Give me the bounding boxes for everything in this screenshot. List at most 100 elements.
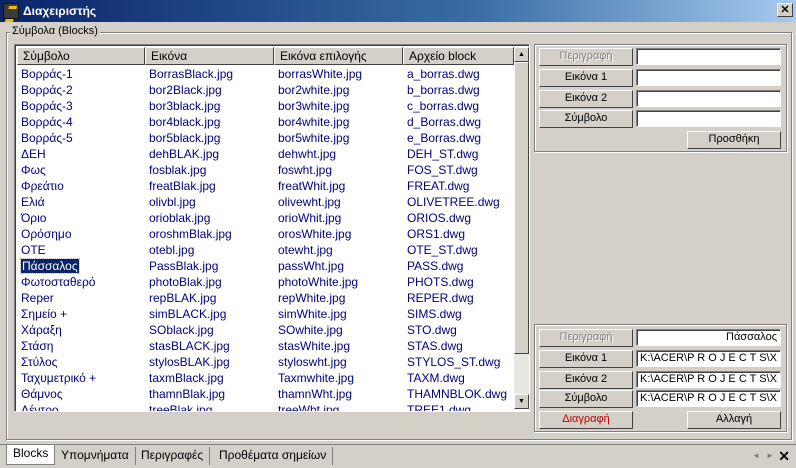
edit-description-field[interactable]: Πάσσαλος bbox=[636, 329, 781, 346]
window-close-button[interactable]: ✕ bbox=[777, 3, 793, 17]
edit-image2-field[interactable]: K:\ACER\P R O J E C T S\X bbox=[636, 371, 781, 388]
cell-text: borrasWhite.jpg bbox=[278, 67, 363, 81]
table-cell: Σημείο + bbox=[17, 306, 145, 322]
cell-text: foswht.jpg bbox=[278, 163, 333, 177]
cell-text: Δέντρο bbox=[21, 403, 59, 411]
change-button[interactable]: Αλλαγή bbox=[687, 411, 781, 429]
table-cell: TAXM.dwg bbox=[403, 370, 514, 386]
table-cell: treeBlak.jpg bbox=[145, 402, 274, 411]
cell-text: Ελιά bbox=[21, 195, 45, 209]
table-row[interactable]: Ελιά olivbl.jpg olivewht.jpg OLIVETREE.dwg bbox=[17, 194, 514, 210]
cell-text: bor5black.jpg bbox=[149, 131, 221, 145]
edit-symbol-field[interactable]: K:\ACER\P R O J E C T S\X bbox=[636, 390, 781, 407]
table-cell: orioblak.jpg bbox=[145, 210, 274, 226]
table-row[interactable]: Δέντρο treeBlak.jpg treeWht.jpg TREE1.dwg bbox=[17, 402, 514, 411]
symbols-table[interactable]: Σύμβολο Εικόνα Εικόνα επιλογής Αρχείο bl… bbox=[14, 44, 530, 412]
edit-image1-button[interactable]: Εικόνα 1 bbox=[539, 350, 633, 368]
cell-text: Βορράς-2 bbox=[21, 83, 73, 97]
table-cell: orioWhit.jpg bbox=[274, 210, 403, 226]
tab-legends[interactable]: Υπομνήματα bbox=[55, 447, 136, 465]
table-cell: Όριο bbox=[17, 210, 145, 226]
cell-text: ORS1.dwg bbox=[407, 227, 466, 241]
table-row[interactable]: Βορράς-5 bor5black.jpg bor5white.jpg e_Borr… bbox=[17, 130, 514, 146]
cell-text: fosblak.jpg bbox=[149, 163, 207, 177]
tab-close-icon[interactable]: ✕ bbox=[778, 448, 790, 465]
table-row[interactable]: Στύλος stylosBLAK.jpg styloswht.jpg STYLOS_… bbox=[17, 354, 514, 370]
tab-prev-arrow-icon[interactable]: ◄ bbox=[752, 451, 760, 460]
tab-descriptions[interactable]: Περιγραφές bbox=[135, 447, 211, 465]
edit-image1-field[interactable]: K:\ACER\P R O J E C T S\X bbox=[636, 350, 781, 367]
table-cell: SIMS.dwg bbox=[403, 306, 514, 322]
table-row[interactable]: Σημείο + simBLACK.jpg simWhite.jpg SIMS.dwg bbox=[17, 306, 514, 322]
cell-text: stasWhite.jpg bbox=[278, 339, 351, 353]
add-image2-field[interactable] bbox=[636, 90, 781, 107]
table-row[interactable]: Χάραξη SOblack.jpg SOwhite.jpg STO.dwg bbox=[17, 322, 514, 338]
table-cell: d_Borras.dwg bbox=[403, 114, 514, 130]
tab-point-prefixes[interactable]: Προθέματα σημείων bbox=[213, 447, 334, 465]
table-row[interactable]: ΔΕΗ dehBLAK.jpg dehwht.jpg DEH_ST.dwg bbox=[17, 146, 514, 162]
table-cell: bor2white.jpg bbox=[274, 82, 403, 98]
tab-next-arrow-icon[interactable]: ► bbox=[766, 451, 774, 460]
table-cell: Στάση bbox=[17, 338, 145, 354]
scroll-up-button[interactable]: ▲ bbox=[514, 47, 529, 62]
table-cell: simBLACK.jpg bbox=[145, 306, 274, 322]
table-row[interactable]: Φωτοσταθερό photoBlak.jpg photoWhite.jpg PH… bbox=[17, 274, 514, 290]
cell-text: olivewht.jpg bbox=[278, 195, 341, 209]
cell-text: b_borras.dwg bbox=[407, 83, 480, 97]
table-cell: Ελιά bbox=[17, 194, 145, 210]
table-row[interactable]: Όριο orioblak.jpg orioWhit.jpg ORIOS.dwg bbox=[17, 210, 514, 226]
table-row[interactable]: Θάμνος thamnBlak.jpg thamnWht.jpg THAMNBLOK… bbox=[17, 386, 514, 402]
add-image2-button[interactable]: Εικόνα 2 bbox=[539, 90, 633, 108]
table-row[interactable]: Ταχυμετρικό + taxmBlack.jpg Taxmwhite.jpg T… bbox=[17, 370, 514, 386]
add-symbol-field[interactable] bbox=[636, 110, 781, 127]
table-row[interactable]: OTE otebl.jpg otewht.jpg OTE_ST.dwg bbox=[17, 242, 514, 258]
table-header: Σύμβολο Εικόνα Εικόνα επιλογής Αρχείο bl… bbox=[17, 47, 514, 65]
edit-description-button[interactable]: Περιγραφή bbox=[539, 329, 633, 347]
cell-text: ORIOS.dwg bbox=[407, 211, 472, 225]
cell-text: bor4white.jpg bbox=[278, 115, 350, 129]
edit-image2-button[interactable]: Εικόνα 2 bbox=[539, 371, 633, 389]
cell-text: BorrasBlack.jpg bbox=[149, 67, 234, 81]
tab-blocks[interactable]: Blocks bbox=[6, 445, 56, 465]
table-row[interactable]: Πάσσαλος PassBlak.jpg passWht.jpg PASS.dwg bbox=[17, 258, 514, 274]
delete-button[interactable]: Διαγραφή bbox=[539, 411, 633, 429]
add-image1-button[interactable]: Εικόνα 1 bbox=[539, 69, 633, 87]
add-description-button[interactable]: Περιγραφή bbox=[539, 48, 633, 66]
table-vertical-scrollbar[interactable]: ▲ ▼ bbox=[514, 47, 529, 409]
column-header-symbol[interactable]: Σύμβολο bbox=[17, 47, 145, 65]
table-row[interactable]: Φως fosblak.jpg foswht.jpg FOS_ST.dwg bbox=[17, 162, 514, 178]
table-row[interactable]: Ορόσημο oroshmBlak.jpg orosWhite.jpg ORS1.d… bbox=[17, 226, 514, 242]
table-row[interactable]: Βορράς-3 bor3black.jpg bor3white.jpg c_borr… bbox=[17, 98, 514, 114]
scroll-thumb[interactable] bbox=[514, 62, 529, 354]
cell-text: Πάσσαλος bbox=[20, 258, 80, 274]
cell-text: thamnWht.jpg bbox=[278, 387, 353, 401]
table-cell: freatWhit.jpg bbox=[274, 178, 403, 194]
table-cell: bor3white.jpg bbox=[274, 98, 403, 114]
cell-text: a_borras.dwg bbox=[407, 67, 480, 81]
table-row[interactable]: Στάση stasBLACK.jpg stasWhite.jpg STAS.dwg bbox=[17, 338, 514, 354]
cell-text: STYLOS_ST.dwg bbox=[407, 355, 501, 369]
cell-text: taxmBlack.jpg bbox=[149, 371, 224, 385]
edit-symbol-button[interactable]: Σύμβολο bbox=[539, 390, 633, 408]
table-cell: stylosBLAK.jpg bbox=[145, 354, 274, 370]
add-symbol-button[interactable]: Σύμβολο bbox=[539, 110, 633, 128]
table-row[interactable]: Φρεάτιο freatBlak.jpg freatWhit.jpg FREAT.d… bbox=[17, 178, 514, 194]
scroll-down-button[interactable]: ▼ bbox=[514, 394, 529, 409]
table-row[interactable]: Reper repBLAK.jpg repWhite.jpg REPER.dwg bbox=[17, 290, 514, 306]
cell-text: Taxmwhite.jpg bbox=[278, 371, 355, 385]
table-cell: dehBLAK.jpg bbox=[145, 146, 274, 162]
column-header-selection-image[interactable]: Εικόνα επιλογής bbox=[274, 47, 403, 65]
table-row[interactable]: Βορράς-2 bor2Black.jpg bor2white.jpg b_borr… bbox=[17, 82, 514, 98]
add-description-field[interactable] bbox=[636, 48, 781, 65]
table-cell: b_borras.dwg bbox=[403, 82, 514, 98]
cell-text: Βορράς-4 bbox=[21, 115, 73, 129]
table-row[interactable]: Βορράς-1 BorrasBlack.jpg borrasWhite.jpg a_… bbox=[17, 66, 514, 82]
column-header-block-file[interactable]: Αρχείο block bbox=[403, 47, 514, 65]
cell-text: Στάση bbox=[21, 339, 54, 353]
table-cell: olivewht.jpg bbox=[274, 194, 403, 210]
table-cell: otewht.jpg bbox=[274, 242, 403, 258]
column-header-image[interactable]: Εικόνα bbox=[145, 47, 274, 65]
add-button[interactable]: Προσθήκη bbox=[687, 131, 781, 149]
table-row[interactable]: Βορράς-4 bor4black.jpg bor4white.jpg d_Borr… bbox=[17, 114, 514, 130]
add-image1-field[interactable] bbox=[636, 69, 781, 86]
